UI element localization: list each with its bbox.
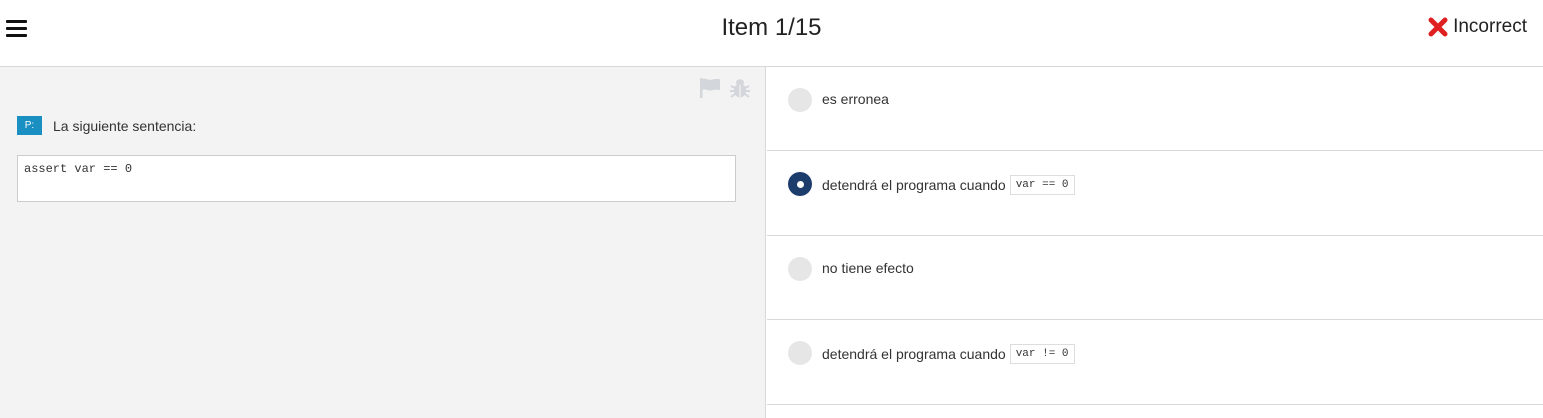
option-1[interactable]: es erronea bbox=[767, 67, 1543, 151]
question-code: assert var == 0 bbox=[17, 155, 736, 202]
option-radio-selected[interactable] bbox=[788, 172, 812, 196]
option-2[interactable]: detendrá el programa cuando var == 0 bbox=[767, 151, 1543, 236]
option-3[interactable]: no tiene efecto bbox=[767, 236, 1543, 320]
option-radio[interactable] bbox=[788, 88, 812, 112]
header-bar: Item 1/15 Incorrect bbox=[0, 0, 1543, 67]
option-code: var != 0 bbox=[1009, 344, 1075, 364]
option-label: detendrá el programa cuando var != 0 bbox=[822, 344, 1075, 364]
option-radio[interactable] bbox=[788, 257, 812, 281]
flag-icon[interactable] bbox=[699, 77, 721, 99]
close-icon bbox=[1428, 17, 1448, 37]
option-text: es erronea bbox=[822, 91, 889, 107]
question-panel: P: La siguiente sentencia: assert var ==… bbox=[0, 67, 766, 418]
status-indicator: Incorrect bbox=[1428, 16, 1527, 38]
option-text: detendrá el programa cuando bbox=[822, 346, 1006, 362]
option-label: no tiene efecto bbox=[822, 260, 914, 276]
status-label: Incorrect bbox=[1453, 16, 1527, 37]
question-tools bbox=[699, 77, 751, 99]
option-code: var == 0 bbox=[1009, 175, 1075, 195]
option-label: es erronea bbox=[822, 91, 889, 107]
bug-icon[interactable] bbox=[729, 77, 751, 99]
question-text: La siguiente sentencia: bbox=[53, 117, 197, 134]
option-label: detendrá el programa cuando var == 0 bbox=[822, 175, 1075, 195]
option-text: no tiene efecto bbox=[822, 260, 914, 276]
option-4[interactable]: detendrá el programa cuando var != 0 bbox=[767, 320, 1543, 405]
page-title: Item 1/15 bbox=[721, 14, 822, 41]
question-badge: P: bbox=[17, 116, 42, 135]
answer-options: es erronea detendrá el programa cuando v… bbox=[767, 67, 1543, 418]
option-text: detendrá el programa cuando bbox=[822, 177, 1006, 193]
question-prompt: P: La siguiente sentencia: bbox=[17, 116, 196, 135]
option-radio[interactable] bbox=[788, 341, 812, 365]
